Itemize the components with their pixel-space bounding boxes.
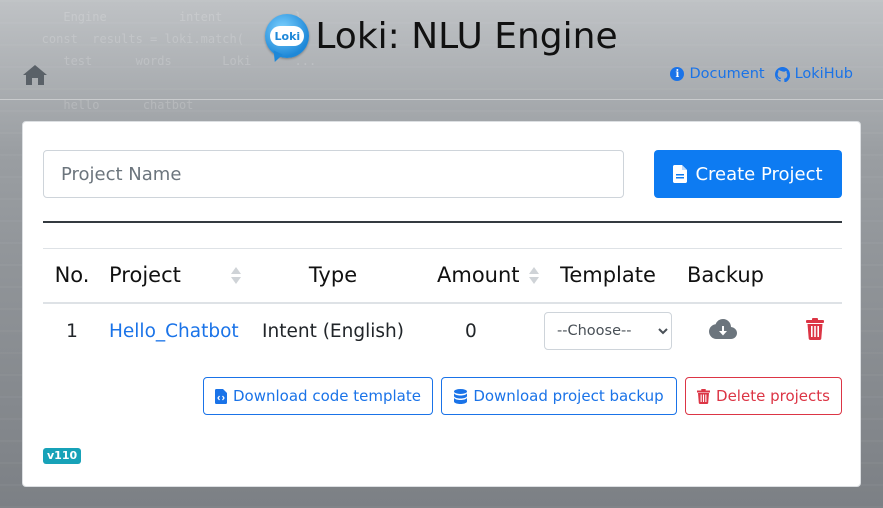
header-template: Template bbox=[537, 248, 679, 304]
create-project-button[interactable]: Create Project bbox=[654, 150, 842, 198]
main-card: Create Project No. Project Type Amount T… bbox=[22, 121, 861, 487]
version-badge: v110 bbox=[43, 448, 82, 464]
row-backup bbox=[679, 303, 787, 359]
delete-projects-label: Delete projects bbox=[716, 387, 830, 405]
projects-table: No. Project Type Amount Template Backup … bbox=[43, 248, 842, 359]
header-project-label: Project bbox=[109, 263, 181, 288]
page-title: Loki: NLU Engine bbox=[315, 15, 618, 57]
header-backup-label: Backup bbox=[687, 263, 764, 288]
lokihub-link-label: LokiHub bbox=[794, 66, 853, 82]
header-template-label: Template bbox=[560, 263, 656, 288]
home-icon[interactable] bbox=[22, 63, 48, 87]
header: Loki Loki: NLU Engine i Document LokiHub bbox=[0, 0, 883, 100]
logo-label: Loki bbox=[270, 26, 305, 46]
row-no: 1 bbox=[66, 320, 78, 342]
template-select[interactable]: --Choose-- bbox=[544, 312, 672, 350]
document-link[interactable]: i Document bbox=[670, 66, 765, 82]
top-links: i Document LokiHub bbox=[670, 66, 853, 82]
file-icon bbox=[673, 165, 688, 183]
trash-icon[interactable] bbox=[805, 317, 824, 340]
header-amount[interactable]: Amount bbox=[417, 248, 539, 304]
loki-logo: Loki bbox=[265, 14, 310, 58]
delete-projects-button[interactable]: Delete projects bbox=[685, 377, 842, 415]
header-type[interactable]: Type bbox=[249, 248, 417, 304]
row-delete bbox=[787, 303, 842, 359]
download-project-backup-button[interactable]: Download project backup bbox=[441, 377, 677, 415]
download-project-backup-label: Download project backup bbox=[473, 387, 664, 405]
brand: Loki Loki: NLU Engine bbox=[0, 14, 883, 58]
document-link-label: Document bbox=[689, 66, 765, 82]
github-icon bbox=[774, 66, 790, 82]
header-project[interactable]: Project bbox=[101, 248, 249, 304]
trash-icon bbox=[697, 388, 711, 404]
row-type: Intent (English) bbox=[262, 320, 404, 342]
download-code-template-button[interactable]: Download code template bbox=[203, 377, 433, 415]
project-name-input[interactable] bbox=[43, 150, 624, 198]
lokihub-link[interactable]: LokiHub bbox=[774, 66, 853, 82]
header-delete bbox=[787, 248, 842, 304]
table-row: 1 Hello_Chatbot Intent (English) 0 --Cho… bbox=[43, 303, 842, 359]
project-link[interactable]: Hello_Chatbot bbox=[109, 321, 239, 342]
file-code-icon bbox=[215, 388, 227, 404]
info-circle-icon: i bbox=[670, 67, 685, 81]
header-amount-label: Amount bbox=[437, 263, 520, 288]
sort-icon bbox=[529, 267, 539, 285]
download-code-template-label: Download code template bbox=[233, 387, 421, 405]
header-type-label: Type bbox=[308, 263, 358, 288]
row-project: Hello_Chatbot bbox=[101, 303, 249, 359]
divider bbox=[43, 221, 842, 223]
header-backup: Backup bbox=[679, 248, 787, 304]
create-project-label: Create Project bbox=[695, 163, 823, 185]
header-no-label: No. bbox=[54, 263, 90, 288]
database-icon bbox=[454, 388, 468, 404]
header-no[interactable]: No. bbox=[43, 248, 101, 304]
table-header-row: No. Project Type Amount Template Backup bbox=[43, 248, 842, 304]
row-amount: 0 bbox=[465, 320, 477, 342]
sort-icon bbox=[231, 267, 241, 285]
cloud-download-icon[interactable] bbox=[709, 318, 737, 339]
row-template: --Choose-- bbox=[537, 303, 679, 359]
